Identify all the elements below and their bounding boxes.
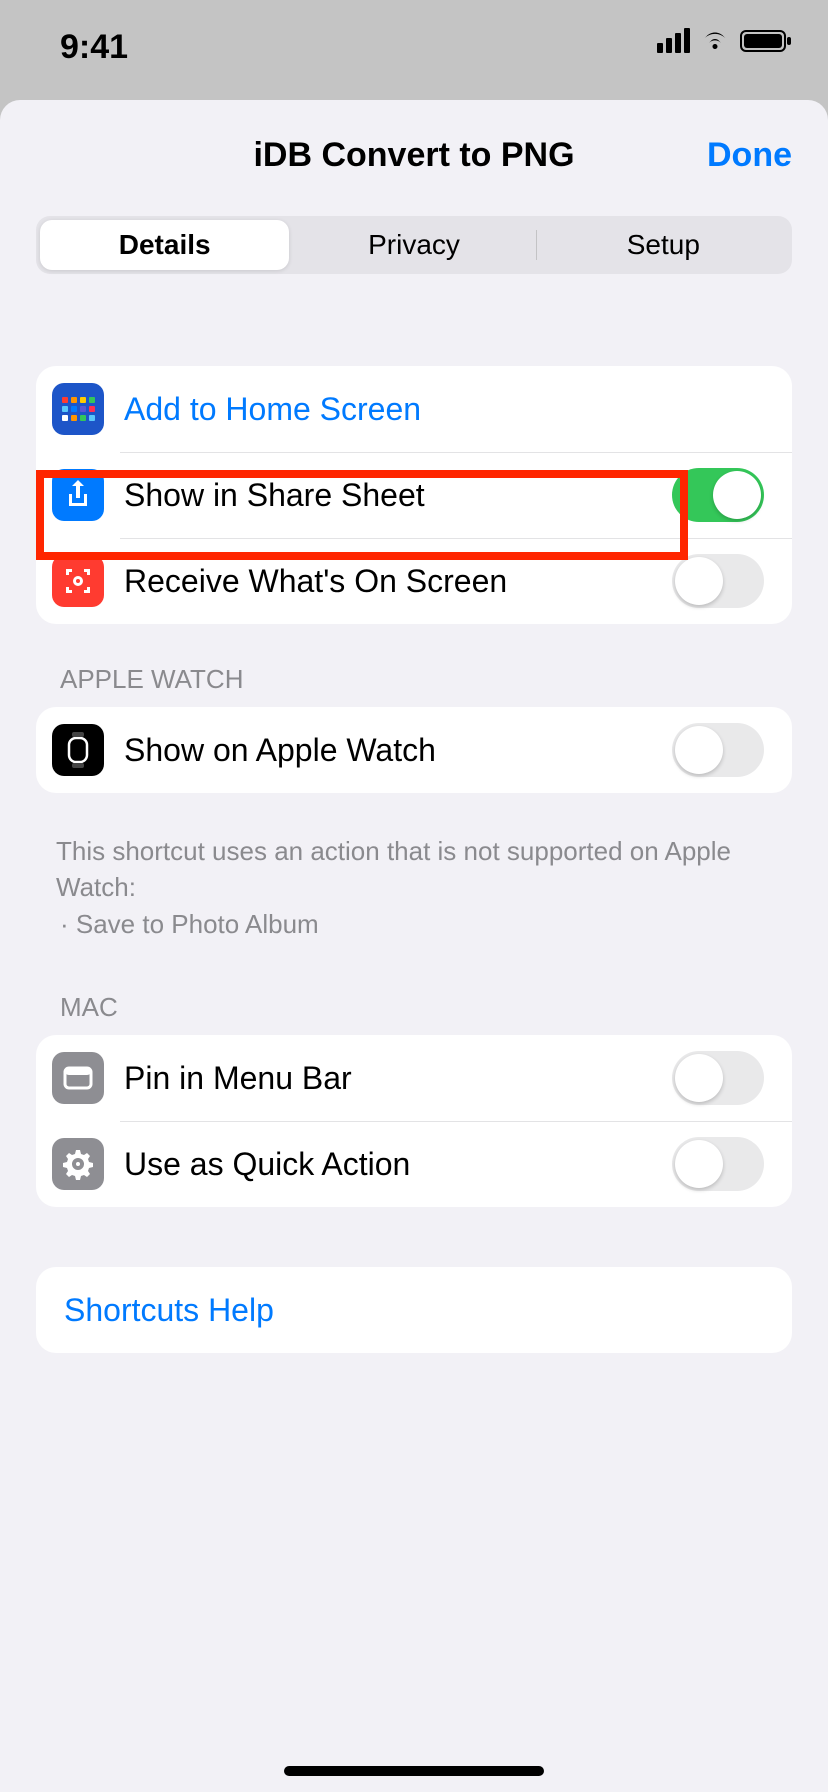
group-help: Shortcuts Help (36, 1267, 792, 1353)
apple-watch-header: Apple Watch (60, 664, 768, 695)
group-mac: Pin in Menu Bar Use as Quick Action (36, 1035, 792, 1207)
apple-watch-icon (52, 724, 104, 776)
quick-action-row: Use as Quick Action (36, 1121, 792, 1207)
battery-icon (740, 29, 792, 53)
done-button[interactable]: Done (707, 136, 792, 175)
screen-capture-icon (52, 555, 104, 607)
page-title: iDB Convert to PNG (253, 136, 574, 175)
add-to-home-row[interactable]: Add to Home Screen (36, 366, 792, 452)
share-sheet-row: Show in Share Sheet (36, 452, 792, 538)
share-sheet-label: Show in Share Sheet (124, 477, 672, 514)
cellular-icon (657, 28, 690, 53)
group-apple-watch: Show on Apple Watch (36, 707, 792, 793)
pin-menubar-toggle[interactable] (672, 1051, 764, 1105)
tab-details[interactable]: Details (40, 220, 289, 270)
share-sheet-toggle[interactable] (672, 468, 764, 522)
wifi-icon (700, 29, 730, 53)
quick-action-label: Use as Quick Action (124, 1146, 672, 1183)
status-time: 9:41 (60, 28, 128, 67)
shortcuts-help-row[interactable]: Shortcuts Help (36, 1267, 792, 1353)
share-icon (52, 469, 104, 521)
receive-screen-label: Receive What's On Screen (124, 563, 672, 600)
quick-action-toggle[interactable] (672, 1137, 764, 1191)
shortcuts-help-label: Shortcuts Help (64, 1292, 764, 1329)
status-bar: 9:41 (0, 0, 828, 100)
receive-screen-row: Receive What's On Screen (36, 538, 792, 624)
apple-watch-toggle[interactable] (672, 723, 764, 777)
tab-privacy[interactable]: Privacy (289, 220, 538, 270)
gear-icon (52, 1138, 104, 1190)
receive-screen-toggle[interactable] (672, 554, 764, 608)
apple-watch-label: Show on Apple Watch (124, 732, 672, 769)
pin-menubar-row: Pin in Menu Bar (36, 1035, 792, 1121)
group-main: Add to Home Screen Show in Share Sheet R… (36, 366, 792, 624)
add-to-home-label: Add to Home Screen (124, 391, 764, 428)
status-icons (657, 28, 792, 53)
segmented-control: Details Privacy Setup (36, 216, 792, 274)
sheet-header: iDB Convert to PNG Done (0, 130, 828, 180)
settings-sheet: iDB Convert to PNG Done Details Privacy … (0, 100, 828, 1792)
home-indicator (284, 1766, 544, 1776)
apple-watch-footer: This shortcut uses an action that is not… (56, 833, 772, 942)
tab-setup[interactable]: Setup (539, 220, 788, 270)
pin-menubar-label: Pin in Menu Bar (124, 1060, 672, 1097)
menubar-icon (52, 1052, 104, 1104)
home-screen-icon (52, 383, 104, 435)
mac-header: Mac (60, 992, 768, 1023)
apple-watch-row: Show on Apple Watch (36, 707, 792, 793)
